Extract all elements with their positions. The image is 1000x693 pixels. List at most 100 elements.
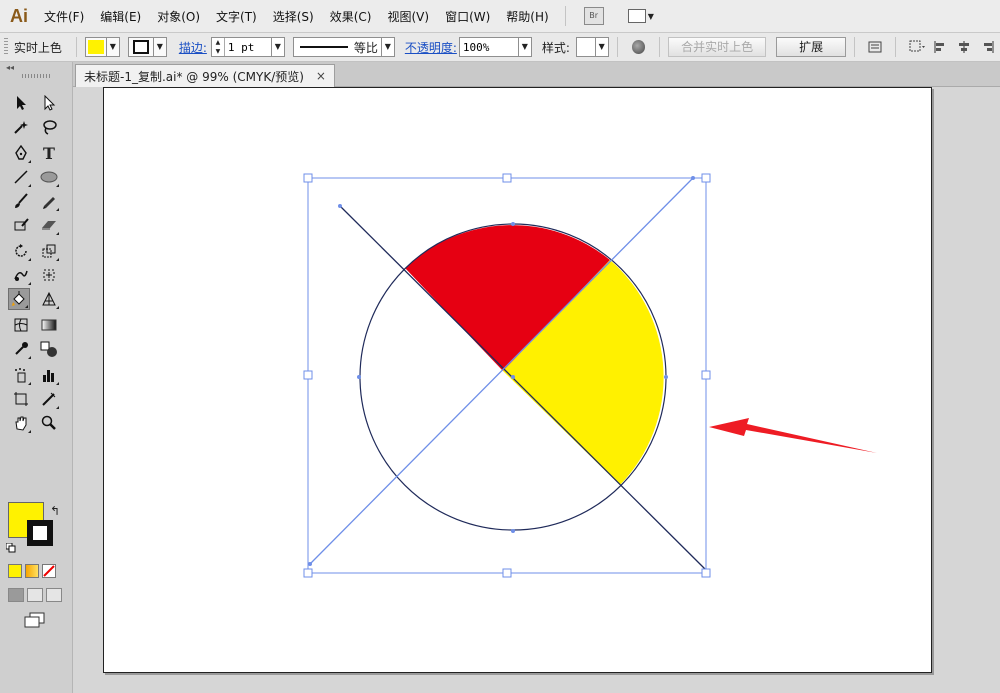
fill-color-dropdown[interactable]: ▼ [84, 37, 120, 57]
column-graph-tool[interactable] [38, 364, 60, 386]
resize-handle[interactable] [701, 370, 711, 380]
resize-handle[interactable] [502, 568, 512, 578]
live-paint-bucket-tool[interactable] [8, 288, 30, 310]
mesh-tool[interactable] [10, 314, 32, 336]
resize-handle[interactable] [502, 173, 512, 183]
scale-tool[interactable] [38, 240, 60, 262]
resize-handle[interactable] [701, 568, 711, 578]
pen-tool[interactable] [10, 142, 32, 164]
menu-item[interactable]: 效果(C) [322, 8, 380, 25]
chevron-down-icon: ▼ [105, 38, 119, 56]
transform-reference-icon[interactable] [909, 40, 926, 54]
menu-item[interactable]: 窗口(W) [437, 8, 498, 25]
gradient-tool[interactable] [38, 314, 60, 336]
anchor-point[interactable] [511, 222, 515, 226]
panel-grip[interactable] [4, 38, 8, 56]
color-mode-button[interactable] [8, 564, 22, 578]
opacity-field[interactable]: ▼ [458, 37, 532, 57]
selection-tool[interactable] [10, 92, 32, 114]
lasso-tool[interactable] [38, 116, 60, 138]
color-mode-row [8, 564, 56, 578]
menu-bar: Ai 文件(F) 编辑(E) 对象(O) 文字(T) 选择(S) 效果(C) 视图(V) 窗口… [0, 0, 1000, 33]
menu-item[interactable]: 编辑(E) [92, 8, 149, 25]
chevron-down-icon[interactable]: ▼ [270, 38, 284, 56]
blob-brush-tool[interactable] [10, 214, 32, 236]
artwork-layer[interactable] [73, 87, 1000, 693]
draw-normal-button[interactable] [8, 588, 24, 602]
menu-item[interactable]: 帮助(H) [498, 8, 556, 25]
artboard-tool[interactable] [10, 388, 32, 410]
control-bar: 实时上色 ▼ ▼ 描边: ▲▼ ▼ 等比 ▼ 不透明度: ▼ 样式: ▼ 合并实… [0, 33, 1000, 62]
stroke-color-dropdown[interactable]: ▼ [127, 37, 167, 57]
eyedropper-tool[interactable] [10, 338, 32, 360]
stepper-icon[interactable]: ▲ ▼ [212, 38, 225, 56]
resize-handle[interactable] [303, 370, 313, 380]
stroke-weight-input[interactable] [224, 40, 271, 54]
canvas-workspace[interactable] [73, 87, 1000, 693]
stroke-profile-dropdown[interactable]: 等比 ▼ [292, 37, 395, 57]
bridge-button[interactable]: Br [583, 7, 604, 25]
stroke-weight-field[interactable]: ▲▼ ▼ [210, 37, 285, 57]
menu-item[interactable]: 对象(O) [149, 8, 208, 25]
center-point[interactable] [511, 375, 515, 379]
gradient-mode-button[interactable] [25, 564, 39, 578]
screen-mode-icon[interactable] [24, 612, 46, 628]
anchor-point[interactable] [511, 529, 515, 533]
menu-item[interactable]: 文件(F) [36, 8, 92, 25]
toolbox-grip[interactable] [22, 74, 50, 78]
draw-behind-button[interactable] [27, 588, 43, 602]
align-center-icon[interactable] [957, 40, 971, 54]
opacity-panel-link[interactable]: 不透明度: [405, 39, 457, 56]
menu-item[interactable]: 文字(T) [208, 8, 265, 25]
anchor-point[interactable] [357, 375, 361, 379]
pencil-tool[interactable] [38, 190, 60, 212]
recolor-artwork-icon[interactable] [631, 40, 646, 54]
blend-tool[interactable] [38, 338, 60, 360]
app-logo: Ai [10, 5, 28, 26]
style-label: 样式: [541, 40, 570, 55]
style-dropdown[interactable]: ▼ [575, 37, 609, 57]
none-mode-button[interactable] [42, 564, 56, 578]
document-tab[interactable]: 未标题-1_复制.ai* @ 99% (CMYK/预览) × [75, 64, 335, 87]
menu-items: 文件(F) 编辑(E) 对象(O) 文字(T) 选择(S) 效果(C) 视图(V) 窗口(W)… [36, 8, 557, 25]
perspective-grid-tool[interactable] [38, 288, 60, 310]
anchor-point[interactable] [308, 562, 312, 566]
zoom-tool[interactable] [38, 412, 60, 434]
align-right-icon[interactable] [981, 40, 995, 54]
arrange-documents-button[interactable]: ▼ [627, 9, 654, 23]
chevron-down-icon: ▼ [152, 38, 166, 56]
stroke-color-swatch[interactable] [27, 520, 53, 546]
line-segment-tool[interactable] [10, 166, 32, 188]
hand-tool[interactable] [10, 412, 32, 434]
opacity-input[interactable] [459, 40, 518, 54]
anchor-point[interactable] [338, 204, 342, 208]
expand-button[interactable]: 扩展 [776, 37, 847, 57]
type-tool[interactable]: T [38, 142, 60, 164]
free-transform-tool[interactable] [38, 264, 60, 286]
direct-selection-tool[interactable] [38, 92, 60, 114]
swap-fill-stroke-icon[interactable]: ↰ [50, 504, 60, 518]
resize-handle[interactable] [303, 568, 313, 578]
menu-item[interactable]: 选择(S) [265, 8, 322, 25]
collapse-panel-icon[interactable]: ◂◂ [2, 64, 70, 72]
resize-handle[interactable] [303, 173, 313, 183]
default-colors-icon[interactable] [5, 542, 16, 553]
eraser-tool[interactable] [38, 214, 60, 236]
align-left-icon[interactable] [933, 40, 947, 54]
draw-inside-button[interactable] [46, 588, 62, 602]
close-icon[interactable]: × [316, 69, 326, 83]
document-setup-icon[interactable] [868, 40, 882, 54]
rotate-tool[interactable] [10, 240, 32, 262]
magic-wand-tool[interactable] [10, 116, 32, 138]
chevron-down-icon[interactable]: ▼ [517, 38, 531, 56]
symbol-sprayer-tool[interactable] [10, 364, 32, 386]
paintbrush-tool[interactable] [10, 190, 32, 212]
slice-tool[interactable] [38, 388, 60, 410]
ellipse-tool[interactable] [38, 166, 60, 188]
anchor-point[interactable] [664, 375, 668, 379]
resize-handle[interactable] [701, 173, 711, 183]
warp-tool[interactable] [10, 264, 32, 286]
merge-live-paint-button[interactable]: 合并实时上色 [668, 37, 767, 57]
menu-item[interactable]: 视图(V) [379, 8, 437, 25]
stroke-panel-link[interactable]: 描边: [179, 39, 207, 56]
